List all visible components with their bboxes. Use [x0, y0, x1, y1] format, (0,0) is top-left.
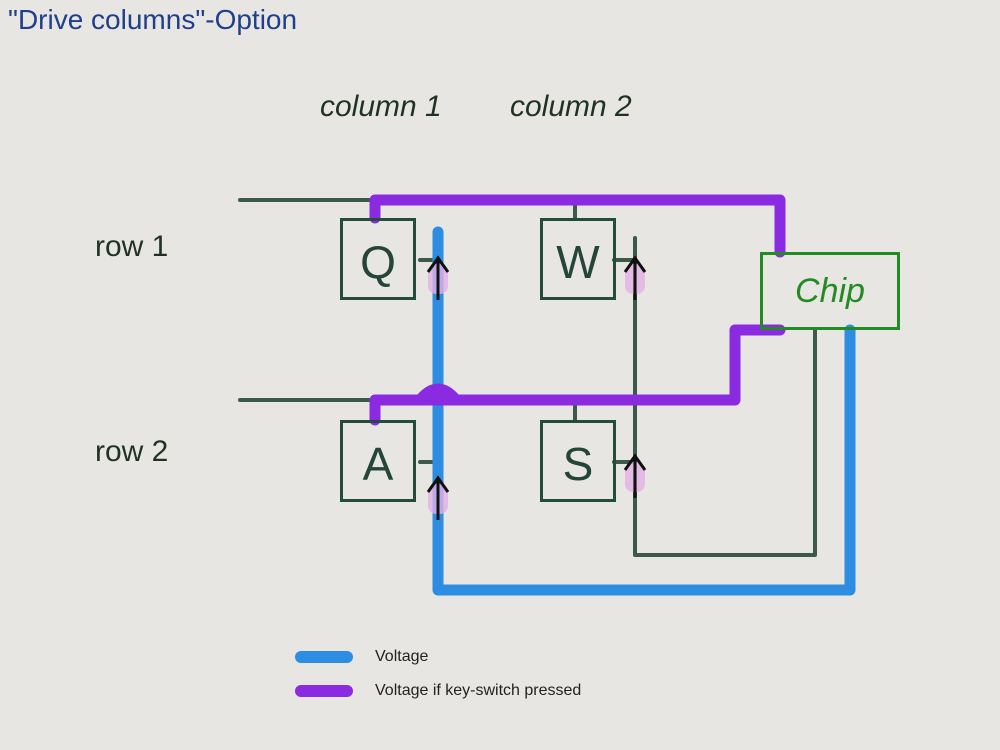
key-a: A	[340, 420, 416, 502]
key-s: S	[540, 420, 616, 502]
chip: Chip	[760, 252, 900, 330]
key-q: Q	[340, 218, 416, 300]
legend-swatch-voltage-if-pressed	[295, 685, 353, 697]
legend: Voltage Voltage if key-switch pressed	[295, 648, 581, 716]
legend-voltage-if-pressed: Voltage if key-switch pressed	[295, 682, 581, 700]
key-w: W	[540, 218, 616, 300]
legend-label-voltage-if-pressed: Voltage if key-switch pressed	[375, 682, 581, 700]
legend-label-voltage: Voltage	[375, 648, 428, 666]
diagram-canvas: column 1 column 2 row 1 row 2	[0, 0, 1000, 750]
wiring-svg	[0, 0, 1000, 750]
legend-voltage: Voltage	[295, 648, 581, 666]
legend-swatch-voltage	[295, 651, 353, 663]
